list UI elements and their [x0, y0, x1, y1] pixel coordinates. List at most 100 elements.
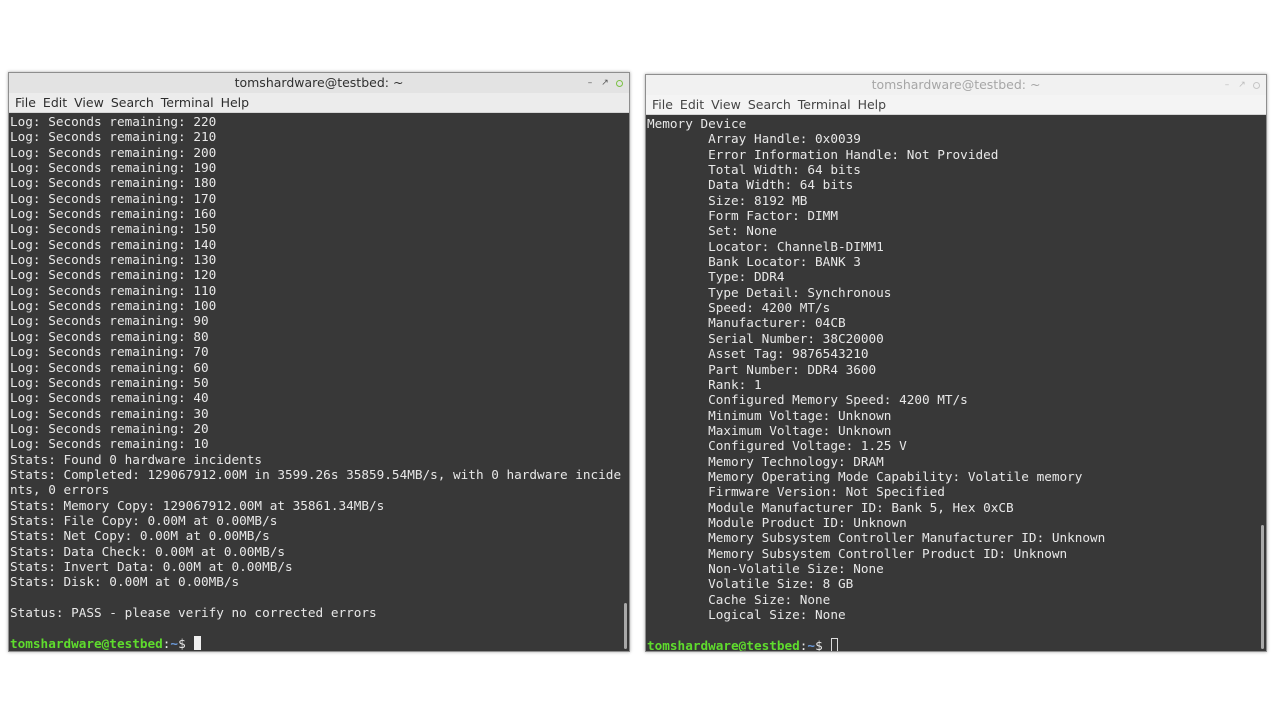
- terminal-line: Asset Tag: 9876543210: [647, 346, 869, 362]
- menu-search[interactable]: Search: [108, 95, 157, 110]
- shell-prompt[interactable]: tomshardware@testbed:~$: [10, 635, 629, 651]
- menu-bar: File Edit View Search Terminal Help: [646, 95, 1266, 115]
- terminal-line: Log: Seconds remaining: 120: [10, 267, 217, 283]
- terminal-line: Stats: Memory Copy: 129067912.00M at 358…: [10, 497, 385, 513]
- terminal-line: Log: Seconds remaining: 130: [10, 252, 217, 268]
- terminal-line: Bank Locator: BANK 3: [647, 254, 861, 270]
- terminal-line: Stats: Net Copy: 0.00M at 0.00MB/s: [10, 528, 270, 544]
- terminal-line: Speed: 4200 MT/s: [647, 300, 831, 316]
- terminal-line: Cache Size: None: [647, 591, 831, 607]
- terminal-line: Log: Seconds remaining: 140: [10, 236, 217, 252]
- terminal-output[interactable]: Log: Seconds remaining: 220 Log: Seconds …: [9, 113, 629, 651]
- terminal-line: Minimum Voltage: Unknown: [647, 407, 892, 423]
- shell-prompt[interactable]: tomshardware@testbed:~$: [647, 637, 1266, 651]
- terminal-line: Logical Size: None: [647, 607, 846, 622]
- menu-file[interactable]: File: [649, 97, 676, 112]
- terminal-line: Log: Seconds remaining: 100: [10, 298, 217, 314]
- terminal-line: Log: Seconds remaining: 150: [10, 221, 217, 237]
- menu-bar: File Edit View Search Terminal Help: [9, 93, 629, 113]
- prompt-symbol: $: [178, 635, 194, 651]
- maximize-icon[interactable]: ↗: [601, 73, 609, 93]
- terminal-line: Log: Seconds remaining: 30: [10, 405, 209, 421]
- terminal-line: Log: Seconds remaining: 20: [10, 420, 209, 436]
- terminal-line: Configured Memory Speed: 4200 MT/s: [647, 392, 968, 408]
- terminal-line: Log: Seconds remaining: 70: [10, 344, 209, 360]
- terminal-line: Log: Seconds remaining: 60: [10, 359, 209, 375]
- terminal-line: Log: Seconds remaining: 50: [10, 374, 209, 390]
- terminal-lines: Memory Device Array Handle: 0x0039 Error…: [646, 115, 1266, 651]
- minimize-icon[interactable]: –: [1223, 75, 1231, 95]
- terminal-line: Size: 8192 MB: [647, 192, 808, 208]
- terminal-window-right[interactable]: tomshardware@testbed: ~ – ↗ File Edit Vi…: [645, 74, 1267, 652]
- terminal-line: Maximum Voltage: Unknown: [647, 422, 892, 438]
- terminal-line: Log: Seconds remaining: 160: [10, 206, 217, 222]
- terminal-line: Configured Voltage: 1.25 V: [647, 438, 907, 454]
- menu-help[interactable]: Help: [218, 95, 253, 110]
- terminal-line: Stats: Disk: 0.00M at 0.00MB/s: [10, 574, 240, 590]
- menu-file[interactable]: File: [12, 95, 39, 110]
- terminal-line: Array Handle: 0x0039: [647, 131, 861, 147]
- terminal-line: Total Width: 64 bits: [647, 162, 861, 178]
- scrollbar-thumb[interactable]: [624, 603, 627, 649]
- terminal-line: Type: DDR4: [647, 269, 785, 285]
- prompt-path: ~: [170, 635, 179, 651]
- scrollbar-thumb[interactable]: [1261, 525, 1264, 649]
- terminal-line: Error Information Handle: Not Provided: [647, 146, 999, 162]
- menu-help[interactable]: Help: [855, 97, 890, 112]
- menu-terminal[interactable]: Terminal: [158, 95, 217, 110]
- prompt-symbol: $: [815, 637, 831, 651]
- prompt-path: ~: [807, 637, 816, 651]
- terminal-line: Volatile Size: 8 GB: [647, 576, 854, 592]
- terminal-line: Set: None: [647, 223, 777, 239]
- title-bar[interactable]: tomshardware@testbed: ~ – ↗: [9, 73, 629, 93]
- terminal-line: Stats: Data Check: 0.00M at 0.00MB/s: [10, 543, 285, 559]
- terminal-line: Log: Seconds remaining: 220: [10, 114, 217, 129]
- terminal-line: Memory Device: [647, 116, 747, 131]
- terminal-line: Log: Seconds remaining: 80: [10, 328, 209, 344]
- terminal-line: Data Width: 64 bits: [647, 177, 854, 193]
- terminal-line: Firmware Version: Not Specified: [647, 484, 945, 500]
- terminal-line: Memory Operating Mode Capability: Volati…: [647, 468, 1083, 484]
- terminal-output[interactable]: Memory Device Array Handle: 0x0039 Error…: [646, 115, 1266, 651]
- text-cursor: [831, 637, 839, 651]
- terminal-line: Module Product ID: Unknown: [647, 514, 907, 530]
- terminal-line: Rank: 1: [647, 376, 762, 392]
- title-bar[interactable]: tomshardware@testbed: ~ – ↗: [646, 75, 1266, 95]
- terminal-line: Manufacturer: 04CB: [647, 315, 846, 331]
- menu-terminal[interactable]: Terminal: [795, 97, 854, 112]
- window-title: tomshardware@testbed: ~: [871, 77, 1041, 92]
- prompt-user: tomshardware@testbed: [10, 635, 163, 651]
- terminal-lines: Log: Seconds remaining: 220 Log: Seconds …: [9, 113, 629, 651]
- menu-edit[interactable]: Edit: [677, 97, 707, 112]
- maximize-icon[interactable]: ↗: [1238, 75, 1246, 95]
- minimize-icon[interactable]: –: [586, 73, 594, 93]
- terminal-line: Stats: Found 0 hardware incidents: [10, 451, 263, 467]
- terminal-line: Module Manufacturer ID: Bank 5, Hex 0xCB: [647, 499, 1014, 515]
- terminal-line: nts, 0 errors: [10, 482, 110, 498]
- terminal-line: Log: Seconds remaining: 110: [10, 282, 217, 298]
- text-cursor: [194, 635, 202, 650]
- close-icon[interactable]: [616, 79, 623, 87]
- prompt-user: tomshardware@testbed: [647, 637, 800, 651]
- close-icon[interactable]: [1253, 81, 1260, 89]
- terminal-line: Type Detail: Synchronous: [647, 284, 892, 300]
- terminal-line: Serial Number: 38C20000: [647, 330, 884, 346]
- menu-view[interactable]: View: [71, 95, 107, 110]
- terminal-window-left[interactable]: tomshardware@testbed: ~ – ↗ File Edit Vi…: [8, 72, 630, 652]
- terminal-line: Log: Seconds remaining: 210: [10, 129, 217, 145]
- terminal-line: Locator: ChannelB-DIMM1: [647, 238, 884, 254]
- terminal-line: Memory Subsystem Controller Product ID: …: [647, 545, 1068, 561]
- terminal-line: Log: Seconds remaining: 190: [10, 160, 217, 176]
- terminal-line: Log: Seconds remaining: 40: [10, 390, 209, 406]
- terminal-line: Stats: Invert Data: 0.00M at 0.00MB/s: [10, 558, 293, 574]
- menu-edit[interactable]: Edit: [40, 95, 70, 110]
- terminal-line: Stats: Completed: 129067912.00M in 3599.…: [10, 466, 622, 482]
- terminal-line: Log: Seconds remaining: 10: [10, 436, 209, 452]
- menu-view[interactable]: View: [708, 97, 744, 112]
- terminal-line: Memory Subsystem Controller Manufacturer…: [647, 530, 1106, 546]
- menu-search[interactable]: Search: [745, 97, 794, 112]
- terminal-line: Form Factor: DIMM: [647, 208, 838, 224]
